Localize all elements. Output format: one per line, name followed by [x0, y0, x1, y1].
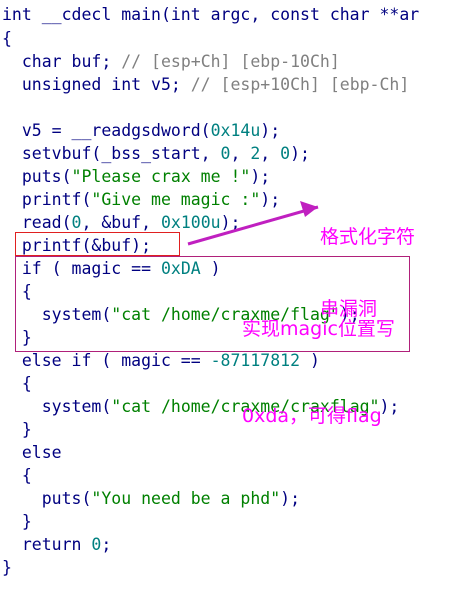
code-comment: // [esp+10Ch] [ebp-Ch] [190, 75, 410, 94]
code-line-puts-phd: puts("You need be a phd"); [2, 489, 301, 508]
format-string-highlight-box [15, 232, 180, 256]
code-line-close-brace: } [2, 558, 12, 577]
code-comment: // [esp+Ch] [ebp-10Ch] [121, 52, 340, 71]
code-line-read: read(0, &buf, 0x100u); [2, 213, 241, 232]
code-line-else: else [2, 443, 62, 462]
code-line-return: return 0; [2, 535, 112, 554]
code-line-brace: { [2, 374, 32, 393]
code-line-printf-give: printf("Give me magic :"); [2, 190, 281, 209]
annotation-magic: 实现magic位置写 0xda，可得flag [242, 318, 395, 427]
code-line-signature: int __cdecl main(int argc, const char **… [2, 5, 420, 24]
code-line-buf-decl: char buf; // [esp+Ch] [ebp-10Ch] [2, 52, 340, 71]
code-line-setvbuf: setvbuf(_bss_start, 0, 2, 0); [2, 144, 310, 163]
code-line-open-brace: { [2, 29, 12, 48]
code-line-readgs: v5 = __readgsdword(0x14u); [2, 121, 281, 140]
code-line-v5-decl: unsigned int v5; // [esp+10Ch] [ebp-Ch] [2, 75, 410, 94]
code-line-brace: } [2, 512, 32, 531]
code-line-puts-please: puts("Please crax me !"); [2, 167, 271, 186]
code-line-brace: } [2, 420, 32, 439]
code-line-brace: { [2, 466, 32, 485]
